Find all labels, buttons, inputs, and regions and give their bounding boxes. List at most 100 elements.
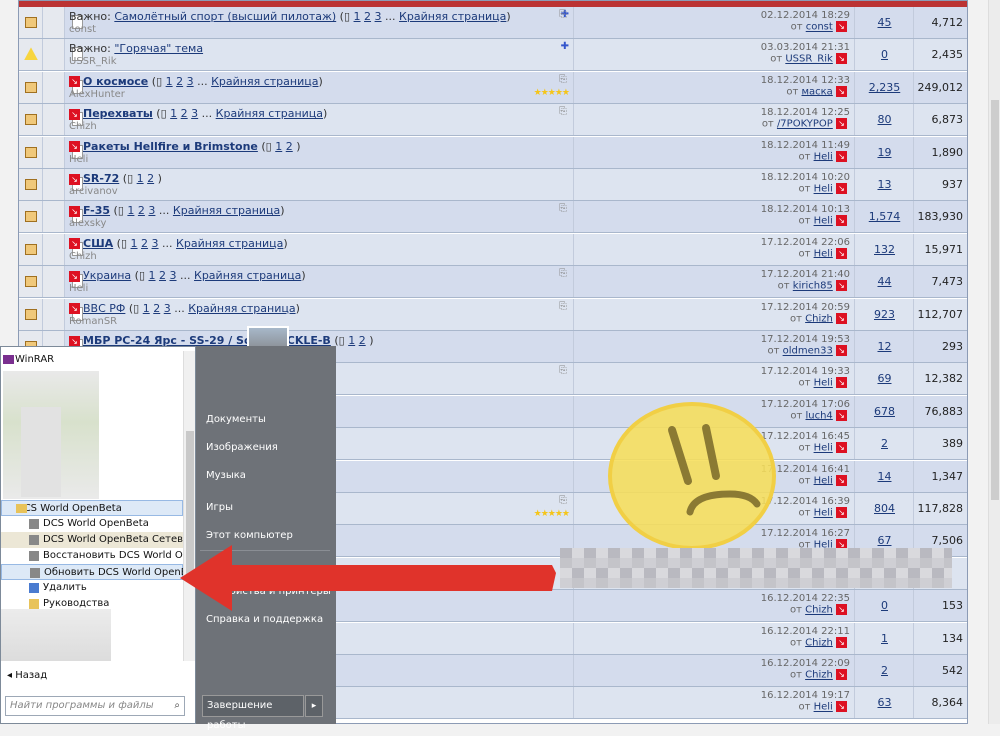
program-item[interactable]: WinRAR <box>1 352 183 368</box>
page-link[interactable]: 1 <box>127 204 134 217</box>
last-post-author-link[interactable]: Heli <box>814 184 833 195</box>
last-post-author-link[interactable]: Chizh <box>805 637 833 648</box>
last-post-author-link[interactable]: Heli <box>814 443 833 454</box>
page-link[interactable]: 1 <box>149 269 156 282</box>
goto-last-post-icon[interactable]: ↘ <box>836 377 847 389</box>
page-link[interactable]: 2 <box>176 75 183 88</box>
goto-last-post-icon[interactable]: ↘ <box>836 312 847 324</box>
shutdown-button[interactable]: Завершение работы <box>202 695 304 731</box>
replies-link[interactable]: 13 <box>878 178 892 191</box>
last-post-author-link[interactable]: Chizh <box>805 670 833 681</box>
page-link[interactable]: 2 <box>364 10 371 23</box>
page-link[interactable]: 2 <box>141 237 148 250</box>
last-page-link[interactable]: Крайняя страница <box>188 302 295 315</box>
last-page-link[interactable]: Крайняя страница <box>399 10 506 23</box>
replies-link[interactable]: 132 <box>874 243 895 256</box>
last-page-link[interactable]: Крайняя страница <box>194 269 301 282</box>
goto-last-post-icon[interactable]: ↘ <box>836 21 847 32</box>
program-item[interactable]: Удалить <box>1 580 183 596</box>
last-post-author-link[interactable]: oldmen33 <box>783 346 833 357</box>
topic-title-link[interactable]: О космосе <box>83 75 148 88</box>
page-link[interactable]: 2 <box>147 172 154 185</box>
replies-link[interactable]: 923 <box>874 308 895 321</box>
last-post-author-link[interactable]: Heli <box>814 216 833 227</box>
goto-last-post-icon[interactable]: ↘ <box>836 247 847 259</box>
program-item[interactable]: Восстановить DCS World OpenB <box>1 548 183 564</box>
page-link[interactable]: 3 <box>187 75 194 88</box>
program-item[interactable]: DCS World OpenBeta <box>1 516 183 532</box>
last-post-author-link[interactable]: Heli <box>814 508 833 519</box>
goto-last-post-icon[interactable]: ↘ <box>836 669 847 680</box>
goto-last-post-icon[interactable]: ↘ <box>836 53 847 65</box>
topic-title-link[interactable]: SR-72 <box>83 172 119 185</box>
search-input[interactable]: Найти программы и файлы ⌕ <box>5 696 185 716</box>
start-menu-link[interactable]: Справка и поддержка <box>206 614 323 625</box>
new-post-icon[interactable]: ↘ <box>69 270 80 282</box>
topic-title-link[interactable]: США <box>83 237 113 250</box>
replies-link[interactable]: 0 <box>881 48 888 61</box>
last-post-author-link[interactable]: Heli <box>814 475 833 486</box>
page-link[interactable]: 3 <box>164 302 171 315</box>
page-scrollbar[interactable] <box>988 0 1000 724</box>
replies-link[interactable]: 45 <box>878 16 892 29</box>
topic-title-link[interactable]: Самолётный спорт (высший пилотаж) <box>114 10 336 23</box>
page-link[interactable]: 3 <box>170 269 177 282</box>
replies-link[interactable]: 63 <box>878 696 892 709</box>
topic-title-link[interactable]: F-35 <box>83 204 110 217</box>
replies-link[interactable]: 2 <box>881 437 888 450</box>
page-link[interactable]: 1 <box>275 140 282 153</box>
new-post-icon[interactable]: ↘ <box>69 76 80 88</box>
page-link[interactable]: 1 <box>137 172 144 185</box>
last-post-author-link[interactable]: kirich85 <box>793 281 833 292</box>
replies-link[interactable]: 44 <box>878 275 892 288</box>
program-item[interactable]: DCS World OpenBeta <box>1 500 183 516</box>
page-link[interactable]: 1 <box>348 334 355 347</box>
goto-last-post-icon[interactable]: ↘ <box>836 215 847 227</box>
program-item[interactable]: Обновить DCS World OpenBeta <box>1 564 183 580</box>
page-link[interactable]: 1 <box>166 75 173 88</box>
replies-link[interactable]: 0 <box>881 599 888 612</box>
last-post-author-link[interactable]: const <box>806 22 833 33</box>
new-post-icon[interactable]: ↘ <box>69 205 80 217</box>
topic-title-link[interactable]: Перехваты <box>83 107 153 120</box>
page-link[interactable]: 1 <box>131 237 138 250</box>
goto-last-post-icon[interactable]: ↘ <box>836 85 847 97</box>
goto-last-post-icon[interactable]: ↘ <box>836 604 847 616</box>
start-menu-link[interactable]: Изображения <box>206 442 278 453</box>
last-page-link[interactable]: Крайняя страница <box>216 107 323 120</box>
program-item[interactable]: DCS World OpenBeta Сетевая иг <box>1 532 183 548</box>
last-post-author-link[interactable]: USSR_Rik <box>785 54 832 65</box>
last-post-author-link[interactable]: Heli <box>814 248 833 259</box>
replies-link[interactable]: 14 <box>878 470 892 483</box>
last-post-author-link[interactable]: /7POKYPOP <box>777 119 833 130</box>
last-post-author-link[interactable]: маска <box>801 86 832 97</box>
start-menu-link[interactable]: Документы <box>206 414 266 425</box>
back-button[interactable]: ◂ Назад <box>7 670 47 681</box>
new-post-icon[interactable]: ↘ <box>69 238 80 250</box>
topic-title-link[interactable]: ВВС РФ <box>83 302 125 315</box>
last-post-author-link[interactable]: Heli <box>814 151 833 162</box>
goto-last-post-icon[interactable]: ↘ <box>836 636 847 648</box>
page-link[interactable]: 3 <box>152 237 159 250</box>
goto-last-post-icon[interactable]: ↘ <box>836 118 847 130</box>
topic-title-link[interactable]: Ракеты Hellfire и Brimstone <box>83 140 258 153</box>
goto-last-post-icon[interactable]: ↘ <box>836 474 847 486</box>
last-page-link[interactable]: Крайняя страница <box>211 75 318 88</box>
replies-link[interactable]: 67 <box>878 534 892 547</box>
page-link[interactable]: 3 <box>148 204 155 217</box>
page-link[interactable]: 1 <box>143 302 150 315</box>
start-menu-link[interactable]: Этот компьютер <box>206 530 293 541</box>
page-link[interactable]: 2 <box>159 269 166 282</box>
page-link[interactable]: 3 <box>375 10 382 23</box>
last-page-link[interactable]: Крайняя страница <box>176 237 283 250</box>
topic-title-link[interactable]: Украина <box>83 269 131 282</box>
page-link[interactable]: 2 <box>153 302 160 315</box>
goto-last-post-icon[interactable]: ↘ <box>836 345 847 356</box>
replies-link[interactable]: 69 <box>878 372 892 385</box>
new-post-icon[interactable]: ↘ <box>69 141 80 153</box>
start-menu-link[interactable]: Музыка <box>206 470 246 481</box>
goto-last-post-icon[interactable]: ↘ <box>836 442 847 454</box>
last-post-author-link[interactable]: Heli <box>814 702 833 713</box>
page-link[interactable]: 2 <box>359 334 366 347</box>
last-post-author-link[interactable]: Chizh <box>805 605 833 616</box>
